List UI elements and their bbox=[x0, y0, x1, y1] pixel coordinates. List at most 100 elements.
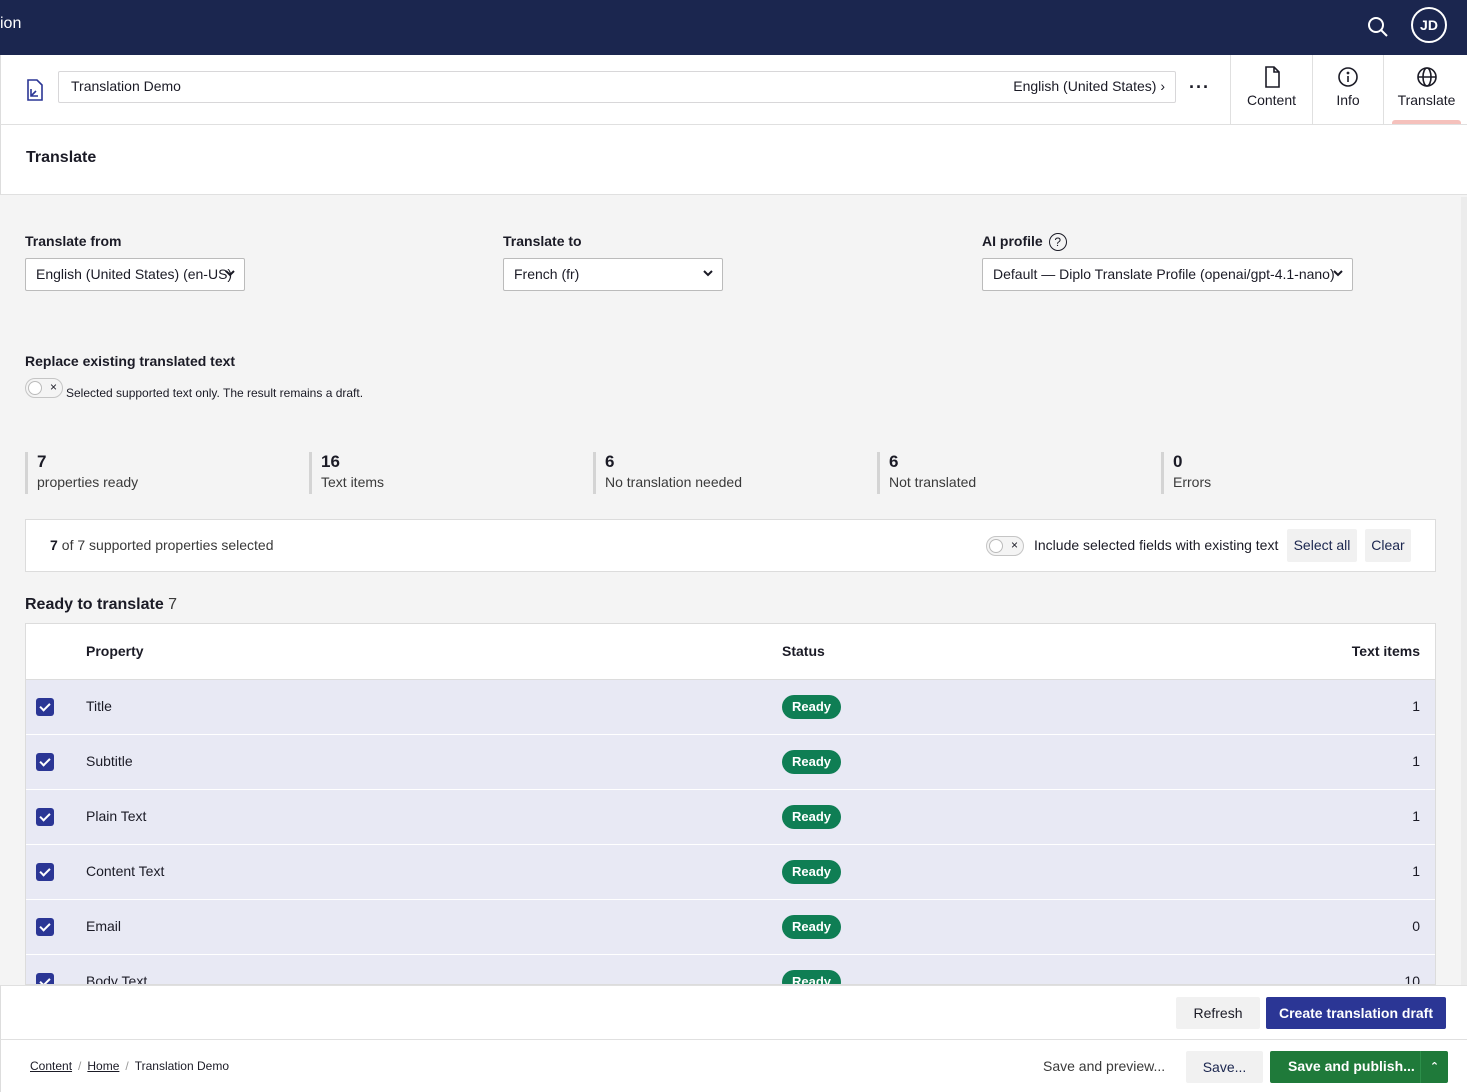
chevron-up-icon[interactable]: ⌃ bbox=[1420, 1051, 1448, 1083]
ai-profile-label-row: AI profile? bbox=[982, 233, 1067, 252]
chevron-down-icon bbox=[703, 270, 713, 277]
tab-content[interactable]: Content bbox=[1230, 55, 1312, 124]
row-checkbox[interactable] bbox=[36, 808, 54, 826]
clear-button[interactable]: Clear bbox=[1365, 529, 1411, 562]
property-name: Content Text bbox=[86, 863, 165, 879]
breadcrumb-content[interactable]: Content bbox=[30, 1059, 72, 1073]
ai-profile-label: AI profile bbox=[982, 233, 1043, 249]
toggle-knob bbox=[28, 381, 42, 395]
row-checkbox[interactable] bbox=[36, 698, 54, 716]
replace-existing-toggle[interactable]: × bbox=[25, 378, 63, 398]
document-name: Translation Demo bbox=[71, 78, 181, 94]
stat-label: Not translated bbox=[889, 474, 977, 490]
stat-errors: 0 Errors bbox=[1161, 452, 1211, 494]
column-text-items: Text items bbox=[1351, 643, 1420, 659]
stat-value: 0 bbox=[1173, 452, 1183, 471]
toggle-knob bbox=[989, 539, 1003, 553]
app-title: ion bbox=[0, 15, 22, 32]
info-icon bbox=[1338, 67, 1358, 87]
translate-action-bar: Refresh Create translation draft bbox=[0, 985, 1467, 1039]
workspace-apps: Content Info Translate bbox=[1230, 55, 1467, 124]
save-and-publish-label: Save and publish... bbox=[1288, 1058, 1415, 1074]
row-checkbox[interactable] bbox=[36, 753, 54, 771]
breadcrumb-home[interactable]: Home bbox=[87, 1059, 119, 1073]
search-icon[interactable] bbox=[1366, 15, 1390, 39]
stat-label: Text items bbox=[321, 474, 385, 490]
translate-to-select[interactable]: French (fr) bbox=[503, 258, 723, 291]
translate-to-label: Translate to bbox=[503, 233, 582, 249]
select-all-button[interactable]: Select all bbox=[1287, 529, 1357, 562]
selection-count: 7 of 7 supported properties selected bbox=[50, 537, 274, 553]
tab-translate[interactable]: Translate bbox=[1383, 55, 1467, 124]
include-existing-label: Include selected fields with existing te… bbox=[1034, 537, 1279, 553]
breadcrumb-current: Translation Demo bbox=[134, 1059, 229, 1073]
tab-info[interactable]: Info bbox=[1312, 55, 1383, 124]
close-icon: × bbox=[1010, 538, 1018, 552]
save-and-publish-button[interactable]: Save and publish... ⌃ bbox=[1270, 1051, 1448, 1083]
breadcrumb-separator: / bbox=[78, 1059, 82, 1073]
close-icon: × bbox=[49, 380, 57, 394]
culture-switcher[interactable]: English (United States) › bbox=[1013, 78, 1165, 94]
text-items-count: 1 bbox=[1412, 698, 1420, 714]
stat-text-items: 16 Text items bbox=[309, 452, 384, 494]
help-icon[interactable]: ? bbox=[1048, 233, 1067, 252]
property-name: Title bbox=[86, 698, 112, 714]
stat-value: 16 bbox=[321, 452, 340, 471]
table-row: Plain Text Ready 1 bbox=[26, 790, 1435, 845]
culture-label: English (United States) bbox=[1013, 78, 1157, 94]
section-title: Ready to translate bbox=[25, 596, 164, 613]
include-existing-toggle[interactable]: × bbox=[986, 536, 1024, 556]
save-button[interactable]: Save... bbox=[1186, 1051, 1263, 1083]
breadcrumb-separator: / bbox=[125, 1059, 129, 1073]
ready-to-translate-heading: Ready to translate 7 bbox=[25, 596, 177, 614]
selected-count: 7 bbox=[50, 537, 58, 553]
tab-label: Info bbox=[1336, 92, 1360, 108]
stat-label: No translation needed bbox=[605, 474, 742, 490]
save-and-preview-button[interactable]: Save and preview... bbox=[1043, 1058, 1165, 1074]
property-name: Plain Text bbox=[86, 808, 147, 824]
panel-title: Translate bbox=[26, 149, 97, 166]
row-checkbox[interactable] bbox=[36, 863, 54, 881]
document-name-field[interactable]: Translation Demo English (United States)… bbox=[58, 71, 1176, 103]
text-items-count: 0 bbox=[1412, 918, 1420, 934]
selection-bar: 7 of 7 supported properties selected × In… bbox=[25, 519, 1436, 572]
ai-profile-select[interactable]: Default — Diplo Translate Profile (opena… bbox=[982, 258, 1353, 291]
more-actions-icon[interactable]: ··· bbox=[1189, 77, 1210, 98]
stat-value: 7 bbox=[37, 452, 47, 471]
create-translation-draft-button[interactable]: Create translation draft bbox=[1266, 997, 1446, 1029]
stat-not-translated: 6 Not translated bbox=[877, 452, 976, 494]
status-badge: Ready bbox=[782, 805, 842, 829]
replace-existing-hint: Selected supported text only. The result… bbox=[66, 386, 364, 400]
table-row: Content Text Ready 1 bbox=[26, 845, 1435, 900]
status-badge: Ready bbox=[782, 750, 842, 774]
breadcrumb: Content / Home / Translation Demo bbox=[30, 1059, 229, 1073]
panel-header: Translate bbox=[0, 125, 1467, 195]
text-items-count: 1 bbox=[1412, 808, 1420, 824]
stat-label: properties ready bbox=[37, 474, 139, 490]
refresh-button[interactable]: Refresh bbox=[1176, 997, 1260, 1029]
stat-properties-ready: 7 properties ready bbox=[25, 452, 138, 494]
row-checkbox[interactable] bbox=[36, 918, 54, 936]
chevron-right-icon: › bbox=[1160, 78, 1165, 94]
document-icon bbox=[1264, 66, 1280, 88]
status-badge: Ready bbox=[782, 860, 842, 884]
document-type-icon[interactable] bbox=[25, 79, 45, 101]
property-name: Email bbox=[86, 918, 122, 934]
stat-no-translation-needed: 6 No translation needed bbox=[593, 452, 742, 494]
text-items-count: 10 bbox=[1404, 973, 1420, 985]
selection-suffix: of 7 supported properties selected bbox=[61, 537, 274, 553]
globe-icon bbox=[1416, 67, 1437, 87]
scrollbar[interactable] bbox=[1461, 197, 1467, 985]
stat-value: 6 bbox=[605, 452, 615, 471]
column-status: Status bbox=[782, 643, 825, 659]
translate-to-value: French (fr) bbox=[514, 266, 580, 282]
status-badge: Ready bbox=[782, 970, 842, 984]
row-checkbox[interactable] bbox=[36, 973, 54, 984]
chevron-down-icon bbox=[1333, 270, 1343, 277]
properties-table: Property Status Text items Title Ready 1… bbox=[25, 623, 1436, 985]
stat-value: 6 bbox=[889, 452, 899, 471]
property-name: Subtitle bbox=[86, 753, 133, 769]
table-row: Title Ready 1 bbox=[26, 680, 1435, 735]
translate-from-select[interactable]: English (United States) (en-US) bbox=[25, 258, 245, 291]
user-avatar[interactable]: JD bbox=[1411, 7, 1447, 43]
